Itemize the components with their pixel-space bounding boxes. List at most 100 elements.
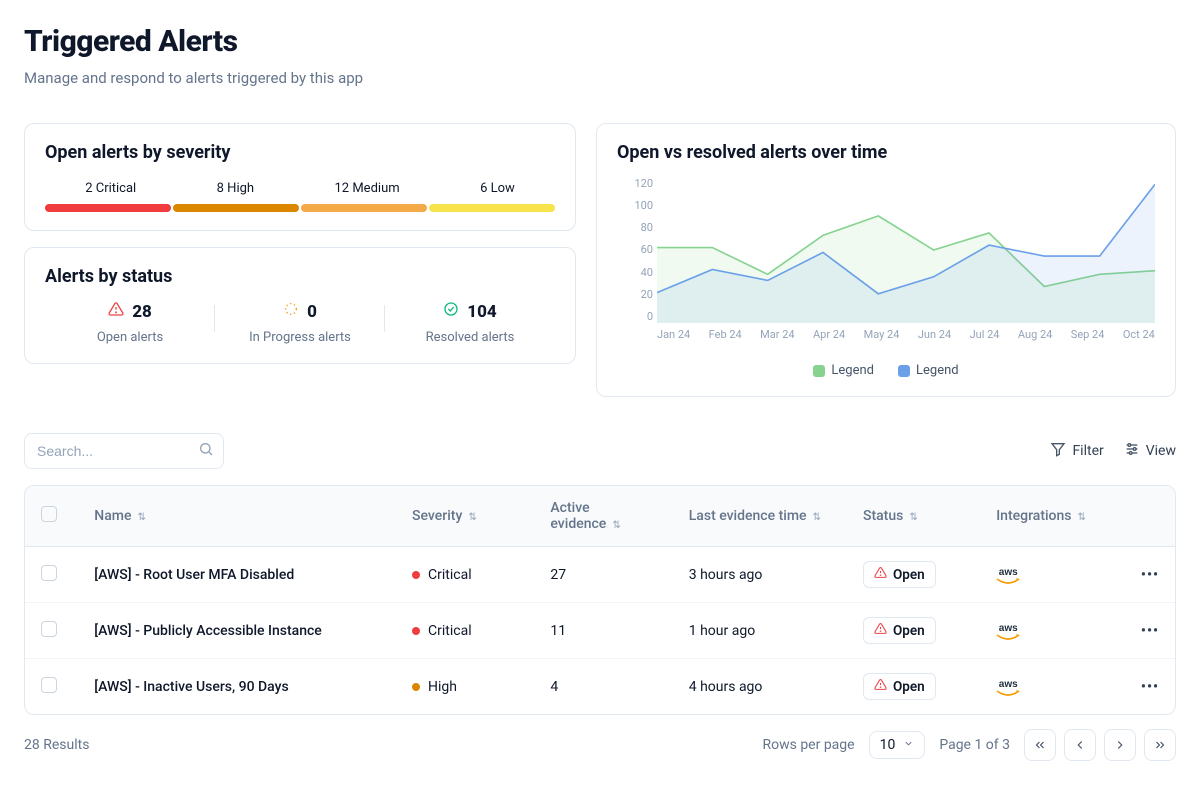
page-last-button[interactable] <box>1144 729 1176 761</box>
sort-icon: ⇅ <box>612 520 620 531</box>
cell-last-evidence: 1 hour ago <box>673 603 847 659</box>
alerts-table: Name ⇅ Severity ⇅ Active evidence ⇅ Last ev… <box>25 486 1175 714</box>
alert-triangle-icon <box>874 622 887 639</box>
severity-progress-bar <box>45 204 555 212</box>
page-title: Triggered Alerts <box>24 24 1176 59</box>
filter-label: Filter <box>1072 443 1103 459</box>
severity-critical-label: 2 Critical <box>85 181 136 196</box>
filter-button[interactable]: Filter <box>1050 441 1103 461</box>
cell-last-evidence: 3 hours ago <box>673 547 847 603</box>
severity-dot-icon <box>412 627 420 635</box>
row-more-button[interactable]: ••• <box>1141 679 1159 695</box>
severity-segment <box>429 204 555 212</box>
severity-segment <box>173 204 299 212</box>
view-label: View <box>1146 443 1176 459</box>
col-header-last-evidence[interactable]: Last evidence time <box>689 508 807 524</box>
cell-evidence: 27 <box>534 547 672 603</box>
cell-name: [AWS] - Publicly Accessible Instance <box>78 603 396 659</box>
severity-low-label: 6 Low <box>480 181 515 196</box>
severity-card-title: Open alerts by severity <box>45 142 555 163</box>
alert-triangle-icon <box>874 678 887 695</box>
rows-per-page-select[interactable]: 10 <box>869 731 926 759</box>
table-row[interactable]: [AWS] - Inactive Users, 90 Days High 4 4… <box>25 659 1175 715</box>
status-item: 104 Resolved alerts <box>385 301 555 345</box>
rows-per-page-value: 10 <box>880 737 896 753</box>
select-all-checkbox[interactable] <box>41 506 57 522</box>
status-item: 28 Open alerts <box>45 301 215 345</box>
sort-icon: ⇅ <box>137 512 145 523</box>
page-prev-button[interactable] <box>1064 729 1096 761</box>
page-subtitle: Manage and respond to alerts triggered b… <box>24 69 1176 87</box>
rows-per-page-label: Rows per page <box>762 737 854 753</box>
open-vs-resolved-chart-card: Open vs resolved alerts over time 120100… <box>596 123 1176 397</box>
col-header-integrations[interactable]: Integrations <box>996 508 1071 524</box>
cell-name: [AWS] - Inactive Users, 90 Days <box>78 659 396 715</box>
cell-last-evidence: 4 hours ago <box>673 659 847 715</box>
aws-integration-badge: aws <box>996 624 1020 642</box>
severity-segment <box>45 204 171 212</box>
cell-severity: High <box>396 659 534 715</box>
row-more-button[interactable]: ••• <box>1141 567 1159 583</box>
severity-high-label: 8 High <box>217 181 254 196</box>
row-checkbox[interactable] <box>41 565 57 581</box>
chart-legend: Legend Legend <box>617 363 1155 378</box>
legend-swatch <box>898 365 910 377</box>
alert-triangle-icon <box>108 301 124 322</box>
status-label: Open alerts <box>45 330 215 345</box>
legend-item: Legend <box>813 363 874 378</box>
page-indicator: Page 1 of 3 <box>939 737 1010 753</box>
check-circle-icon <box>443 301 459 322</box>
sort-icon: ⇅ <box>1078 512 1086 523</box>
chart-x-axis: Jan 24Feb 24Mar 24Apr 24May 24Jun 24Jul … <box>657 328 1155 341</box>
status-label: Resolved alerts <box>385 330 555 345</box>
table-row[interactable]: [AWS] - Publicly Accessible Instance Cri… <box>25 603 1175 659</box>
legend-item: Legend <box>898 363 959 378</box>
cell-evidence: 4 <box>534 659 672 715</box>
status-badge[interactable]: Open <box>863 673 936 700</box>
status-badge[interactable]: Open <box>863 561 936 588</box>
filter-icon <box>1050 441 1066 461</box>
cell-severity: Critical <box>396 547 534 603</box>
row-more-button[interactable]: ••• <box>1141 623 1159 639</box>
severity-dot-icon <box>412 683 420 691</box>
search-input[interactable] <box>24 433 224 469</box>
aws-integration-badge: aws <box>996 680 1020 698</box>
row-checkbox[interactable] <box>41 677 57 693</box>
chart-card-title: Open vs resolved alerts over time <box>617 142 1155 163</box>
view-button[interactable]: View <box>1124 441 1176 461</box>
severity-dot-icon <box>412 571 420 579</box>
col-header-severity[interactable]: Severity <box>412 508 462 524</box>
severity-segment <box>301 204 427 212</box>
page-first-button[interactable] <box>1024 729 1056 761</box>
cell-severity: Critical <box>396 603 534 659</box>
loader-icon <box>283 301 299 322</box>
sort-icon: ⇅ <box>813 512 821 523</box>
results-count: 28 Results <box>24 737 89 753</box>
cell-evidence: 11 <box>534 603 672 659</box>
page-next-button[interactable] <box>1104 729 1136 761</box>
row-checkbox[interactable] <box>41 621 57 637</box>
aws-integration-badge: aws <box>996 568 1020 586</box>
col-header-evidence[interactable]: Active evidence <box>550 500 606 532</box>
status-badge[interactable]: Open <box>863 617 936 644</box>
status-count: 0 <box>307 302 317 322</box>
cell-name: [AWS] - Root User MFA Disabled <box>78 547 396 603</box>
alerts-by-status-card: Alerts by status 28 Open alerts 0 In Pro… <box>24 247 576 364</box>
col-header-name[interactable]: Name <box>94 508 131 524</box>
open-alerts-by-severity-card: Open alerts by severity 2 Critical 8 Hig… <box>24 123 576 231</box>
status-count: 104 <box>467 302 496 322</box>
legend-swatch <box>813 365 825 377</box>
col-header-status[interactable]: Status <box>863 508 903 524</box>
status-card-title: Alerts by status <box>45 266 555 287</box>
search-icon <box>198 441 214 461</box>
severity-medium-label: 12 Medium <box>335 181 400 196</box>
chevron-down-icon <box>903 737 914 753</box>
table-row[interactable]: [AWS] - Root User MFA Disabled Critical … <box>25 547 1175 603</box>
sliders-icon <box>1124 441 1140 461</box>
status-count: 28 <box>132 302 152 322</box>
status-label: In Progress alerts <box>215 330 385 345</box>
status-item: 0 In Progress alerts <box>215 301 385 345</box>
chart-y-axis: 120100806040200 <box>617 177 653 323</box>
sort-icon: ⇅ <box>468 512 476 523</box>
sort-icon: ⇅ <box>909 512 917 523</box>
